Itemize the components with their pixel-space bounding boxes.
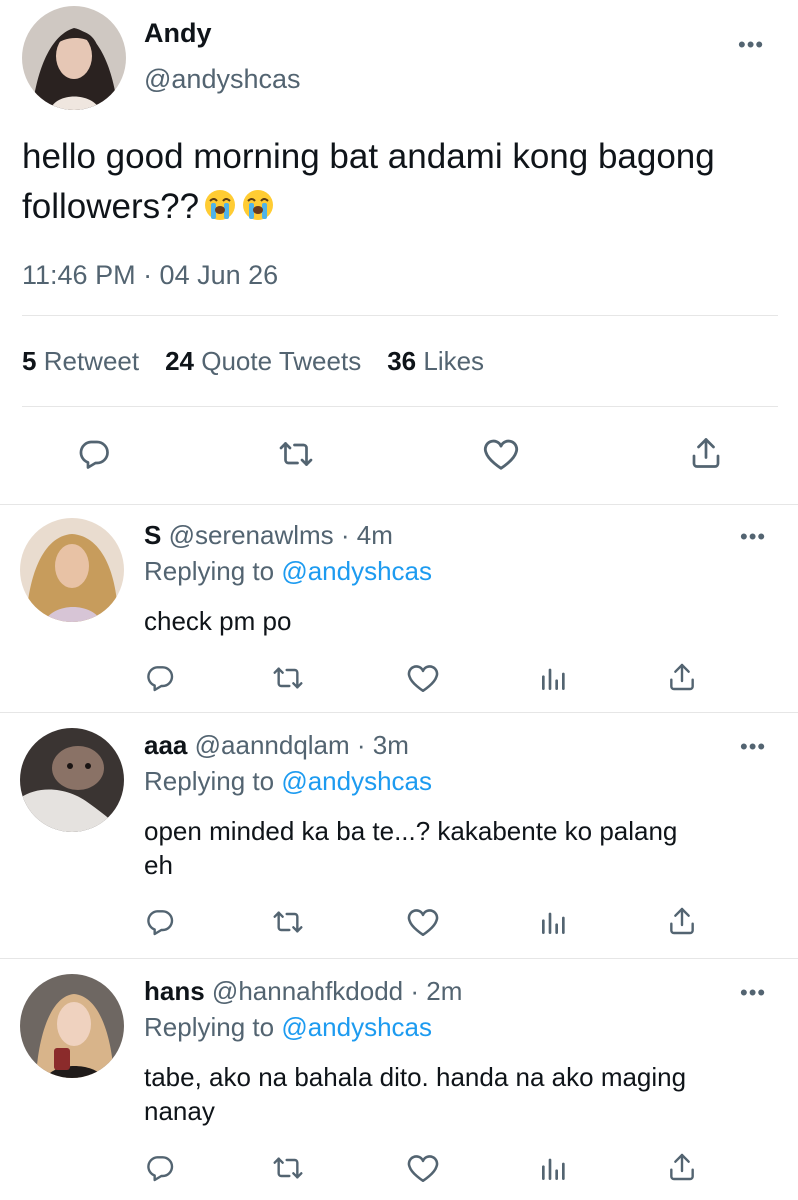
tweet-stats: 5 Retweet 24 Quote Tweets 36 Likes <box>22 346 484 377</box>
reply-header: aaa @aanndqlam · 3m <box>144 730 409 761</box>
analytics-icon <box>541 668 565 690</box>
likes-count: 36 <box>387 346 417 376</box>
divider <box>22 315 778 316</box>
share-icon <box>692 438 720 468</box>
quotes-count: 24 <box>165 346 195 376</box>
reply-icon <box>147 910 174 936</box>
replying-to-handle[interactable]: @andyshcas <box>281 1012 432 1042</box>
analytics-button[interactable] <box>540 662 568 694</box>
reply-text-line: check pm po <box>144 606 292 636</box>
reply-text-line: eh <box>144 850 173 880</box>
analytics-button[interactable] <box>540 906 568 938</box>
like-button[interactable] <box>406 906 440 938</box>
reply-text: check pm po <box>144 604 291 638</box>
share-icon <box>670 663 694 691</box>
replying-to-label: Replying to <box>144 556 275 586</box>
tweet-text-line-2: followers?? <box>22 182 792 232</box>
reply-time[interactable]: · 2m <box>410 976 462 1006</box>
like-button[interactable] <box>406 662 440 694</box>
replying-to: Replying to @andyshcas <box>144 766 432 797</box>
reply-button[interactable] <box>76 436 112 472</box>
heart-icon <box>407 909 439 937</box>
more-options-icon[interactable]: ••• <box>738 34 764 56</box>
retweet-button[interactable] <box>270 906 306 938</box>
analytics-icon <box>541 1158 565 1180</box>
loudly-crying-face-icon <box>205 190 236 220</box>
more-options-icon[interactable]: ••• <box>740 736 766 758</box>
reply-button[interactable] <box>144 1152 176 1184</box>
retweet-button[interactable] <box>276 436 316 472</box>
divider <box>0 712 798 713</box>
replying-to-label: Replying to <box>144 766 275 796</box>
reply-author-handle[interactable]: @serenawlms <box>169 520 334 550</box>
share-button[interactable] <box>666 660 698 694</box>
like-button[interactable] <box>406 1152 440 1184</box>
share-button[interactable] <box>688 434 724 472</box>
heart-icon <box>483 439 519 470</box>
reply-time[interactable]: · 3m <box>357 730 409 760</box>
reply-author-handle[interactable]: @aanndqlam <box>195 730 350 760</box>
share-icon <box>670 1153 694 1181</box>
heart-icon <box>407 1155 439 1183</box>
tweet-text-line: followers?? <box>22 187 200 226</box>
author-avatar[interactable] <box>22 6 126 110</box>
quotes-label: Quote Tweets <box>201 346 362 376</box>
reply-icon <box>79 440 109 469</box>
replying-to: Replying to @andyshcas <box>144 1012 432 1043</box>
reply-author-name[interactable]: S <box>144 520 161 550</box>
retweet-button[interactable] <box>270 662 306 694</box>
author-name[interactable]: Andy <box>144 18 212 49</box>
author-handle[interactable]: @andyshcas <box>144 64 301 95</box>
reply-avatar[interactable] <box>20 728 124 832</box>
reply-text: tabe, ako na bahala dito. handa na ako m… <box>144 1060 686 1128</box>
retweet-icon <box>273 911 303 933</box>
reply-text: open minded ka ba te...? kakabente ko pa… <box>144 814 677 882</box>
retweet-icon <box>273 1157 303 1179</box>
reply-time[interactable]: · 4m <box>341 520 393 550</box>
divider <box>0 958 798 959</box>
analytics-button[interactable] <box>540 1152 568 1184</box>
reply-text-line: nanay <box>144 1096 215 1126</box>
reply-icon <box>147 1156 174 1182</box>
share-button[interactable] <box>666 904 698 938</box>
retweets-label: Retweet <box>43 346 140 376</box>
retweet-icon <box>273 667 303 689</box>
quotes-stat[interactable]: 24 Quote Tweets <box>165 346 361 376</box>
retweet-button[interactable] <box>270 1152 306 1184</box>
reply-avatar[interactable] <box>20 974 124 1078</box>
tweet-timestamp[interactable]: 11:46 PM · 04 Jun 26 <box>22 260 278 291</box>
reply-icon <box>147 666 174 692</box>
reply-text-line: open minded ka ba te...? kakabente ko pa… <box>144 816 678 846</box>
reply-header: hans @hannahfkdodd · 2m <box>144 976 462 1007</box>
likes-label: Likes <box>423 346 485 376</box>
replying-to: Replying to @andyshcas <box>144 556 432 587</box>
retweets-count: 5 <box>22 346 37 376</box>
tweet-text: hello good morning bat andami kong bagon… <box>22 132 792 232</box>
reply-avatar[interactable] <box>20 518 124 622</box>
tweet-text-line: hello good morning bat andami kong bagon… <box>22 137 715 176</box>
divider <box>0 504 798 505</box>
heart-icon <box>407 665 439 693</box>
share-icon <box>670 907 694 935</box>
loudly-crying-face-icon <box>243 190 274 220</box>
more-options-icon[interactable]: ••• <box>740 982 766 1004</box>
retweets-stat[interactable]: 5 Retweet <box>22 346 139 376</box>
reply-header: S @serenawlms · 4m <box>144 520 393 551</box>
reply-author-name[interactable]: aaa <box>144 730 187 760</box>
reply-button[interactable] <box>144 906 176 938</box>
reply-text-line: tabe, ako na bahala dito. handa na ako m… <box>144 1062 687 1092</box>
like-button[interactable] <box>482 436 520 472</box>
analytics-icon <box>541 912 565 934</box>
reply-author-handle[interactable]: @hannahfkdodd <box>212 976 403 1006</box>
replying-to-handle[interactable]: @andyshcas <box>281 766 432 796</box>
divider <box>22 406 778 407</box>
retweet-icon <box>279 442 313 466</box>
replying-to-label: Replying to <box>144 1012 275 1042</box>
more-options-icon[interactable]: ••• <box>740 526 766 548</box>
likes-stat[interactable]: 36 Likes <box>387 346 484 376</box>
replying-to-handle[interactable]: @andyshcas <box>281 556 432 586</box>
share-button[interactable] <box>666 1150 698 1184</box>
reply-author-name[interactable]: hans <box>144 976 205 1006</box>
reply-button[interactable] <box>144 662 176 694</box>
